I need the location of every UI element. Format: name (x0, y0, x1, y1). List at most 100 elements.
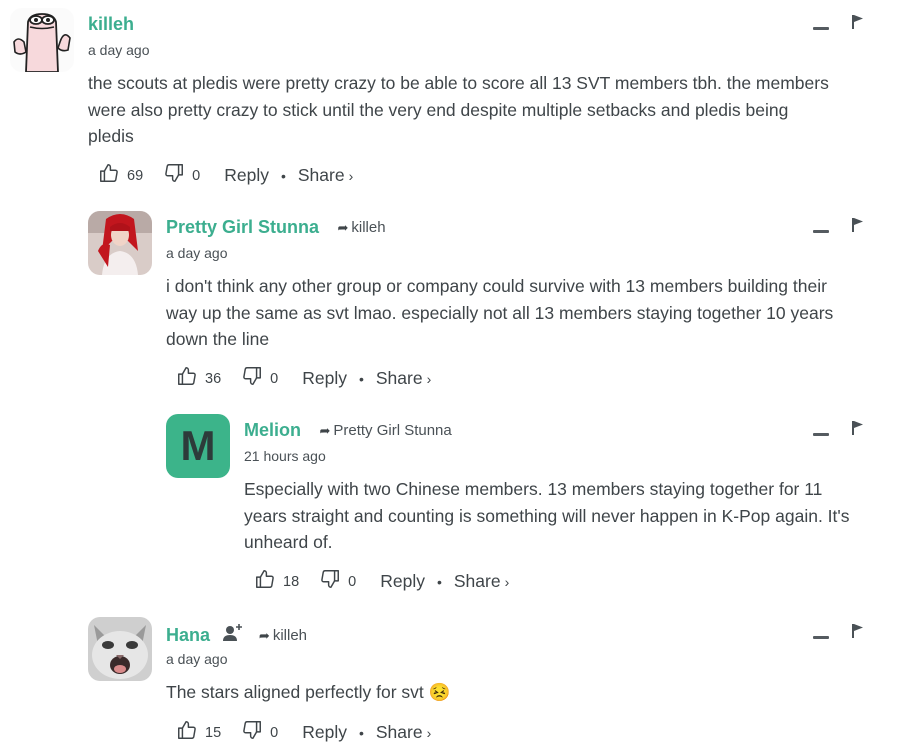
author-row: killeh (88, 14, 134, 35)
chevron-right-icon: › (504, 574, 510, 590)
separator-dot: • (436, 573, 442, 590)
chevron-right-icon: › (426, 371, 432, 387)
comment-line: unheard of. (244, 532, 333, 552)
comment-pretty-girl-stunna: Pretty Girl Stunna ➦ killeh a day ago i d… (88, 211, 892, 396)
photo-avatar-icon (88, 211, 152, 275)
minimize-icon[interactable] (813, 636, 829, 639)
comment-actions: 36 0 Reply • Share › (176, 365, 431, 392)
comment-line: Especially with two Chinese members. 13 … (244, 479, 823, 499)
comment-text: i don't think any other group or company… (166, 273, 833, 353)
reply-button[interactable]: Reply (302, 722, 347, 743)
timestamp[interactable]: a day ago (166, 245, 228, 261)
separator-dot: • (358, 724, 364, 741)
share-label[interactable]: Share (454, 571, 501, 591)
thumbs-up-icon[interactable] (176, 719, 198, 746)
dislike-count: 0 (270, 370, 279, 387)
comment-line: i don't think any other group or company… (166, 276, 827, 296)
share-label[interactable]: Share (298, 165, 345, 185)
avatar[interactable] (88, 617, 152, 681)
flag-icon[interactable] (851, 217, 865, 238)
chevron-right-icon: › (426, 725, 432, 741)
reply-button[interactable]: Reply (302, 368, 347, 389)
chevron-right-icon: › (348, 168, 354, 184)
share-button[interactable]: Share › (454, 571, 509, 592)
minimize-icon[interactable] (813, 433, 829, 436)
timestamp[interactable]: a day ago (166, 651, 228, 667)
dislike-count: 0 (348, 573, 357, 590)
author-name[interactable]: Hana (166, 625, 210, 645)
reply-to[interactable]: ➦ killeh (337, 219, 385, 236)
comment-melion: M Melion ➦ Pretty Girl Stunna 21 hours ag… (166, 414, 892, 599)
flag-icon[interactable] (851, 14, 865, 35)
comment-controls (813, 14, 865, 35)
reply-arrow-icon: ➦ (337, 220, 349, 235)
timestamp[interactable]: a day ago (88, 42, 150, 58)
comment-line: years straight and counting is something… (244, 505, 850, 526)
reply-button[interactable]: Reply (380, 571, 425, 592)
avatar[interactable] (10, 8, 74, 72)
like-count: 69 (127, 167, 144, 184)
flag-icon[interactable] (851, 623, 865, 644)
comment-hana: Hana ➦ killeh a day ago The stars aligned… (88, 617, 892, 747)
reply-to[interactable]: ➦ Pretty Girl Stunna (319, 422, 451, 439)
crying-cat-avatar-icon (88, 617, 152, 681)
cartoon-avatar-icon (10, 8, 74, 72)
thumbs-down-icon[interactable] (319, 568, 341, 595)
minimize-icon[interactable] (813, 230, 829, 233)
like-count: 18 (283, 573, 300, 590)
minimize-icon[interactable] (813, 27, 829, 30)
thumbs-down-icon[interactable] (163, 162, 185, 189)
comment-text: the scouts at pledis were pretty crazy t… (88, 70, 829, 150)
comment-line: down the line (166, 329, 270, 349)
share-button[interactable]: Share › (298, 165, 353, 186)
comment-killeh: killeh a day ago the scouts at pledis we… (10, 8, 892, 193)
like-count: 36 (205, 370, 222, 387)
flag-icon[interactable] (851, 420, 865, 441)
timestamp[interactable]: 21 hours ago (244, 448, 326, 464)
author-row: Pretty Girl Stunna ➦ killeh (166, 217, 386, 238)
comment-controls (813, 217, 865, 238)
avatar[interactable]: M (166, 414, 230, 478)
comment-text: Especially with two Chinese members. 13 … (244, 476, 850, 556)
share-label[interactable]: Share (376, 368, 423, 388)
comment-actions: 69 0 Reply • Share › (98, 162, 353, 189)
share-label[interactable]: Share (376, 722, 423, 742)
reply-arrow-icon: ➦ (258, 628, 270, 643)
thumbs-up-icon[interactable] (254, 568, 276, 595)
like-count: 15 (205, 724, 222, 741)
reply-to-name[interactable]: killeh (351, 219, 385, 236)
author-row: Hana ➦ killeh (166, 623, 307, 648)
comment-text: The stars aligned perfectly for svt 😣 (166, 679, 450, 706)
reply-to[interactable]: ➦ killeh (259, 627, 307, 644)
share-button[interactable]: Share › (376, 368, 431, 389)
comment-line: way up the same as svt lmao. especially … (166, 302, 834, 323)
avatar[interactable] (88, 211, 152, 275)
author-row: Melion ➦ Pretty Girl Stunna (244, 420, 452, 441)
comment-controls (813, 623, 865, 644)
comment-line: The stars aligned perfectly for svt 😣 (166, 682, 451, 702)
author-name[interactable]: Pretty Girl Stunna (166, 217, 319, 237)
comment-controls (813, 420, 865, 441)
author-name[interactable]: killeh (88, 14, 134, 34)
avatar-letter: M (180, 422, 216, 469)
comment-actions: 18 0 Reply • Share › (254, 568, 509, 595)
reply-button[interactable]: Reply (224, 165, 269, 186)
comment-line: pledis (88, 126, 134, 146)
comment-line: were also pretty crazy to stick until th… (88, 99, 789, 120)
author-name[interactable]: Melion (244, 420, 301, 440)
dislike-count: 0 (270, 724, 279, 741)
thumbs-up-icon[interactable] (176, 365, 198, 392)
separator-dot: • (280, 167, 286, 184)
thumbs-down-icon[interactable] (241, 365, 263, 392)
comment-actions: 15 0 Reply • Share › (176, 719, 431, 746)
thumbs-down-icon[interactable] (241, 719, 263, 746)
comment-line: the scouts at pledis were pretty crazy t… (88, 73, 829, 93)
thumbs-up-icon[interactable] (98, 162, 120, 189)
dislike-count: 0 (192, 167, 201, 184)
reply-to-name[interactable]: killeh (273, 627, 307, 644)
share-button[interactable]: Share › (376, 722, 431, 743)
reply-to-name[interactable]: Pretty Girl Stunna (333, 422, 451, 439)
add-user-icon[interactable] (222, 623, 244, 648)
reply-arrow-icon: ➦ (319, 423, 331, 438)
separator-dot: • (358, 370, 364, 387)
